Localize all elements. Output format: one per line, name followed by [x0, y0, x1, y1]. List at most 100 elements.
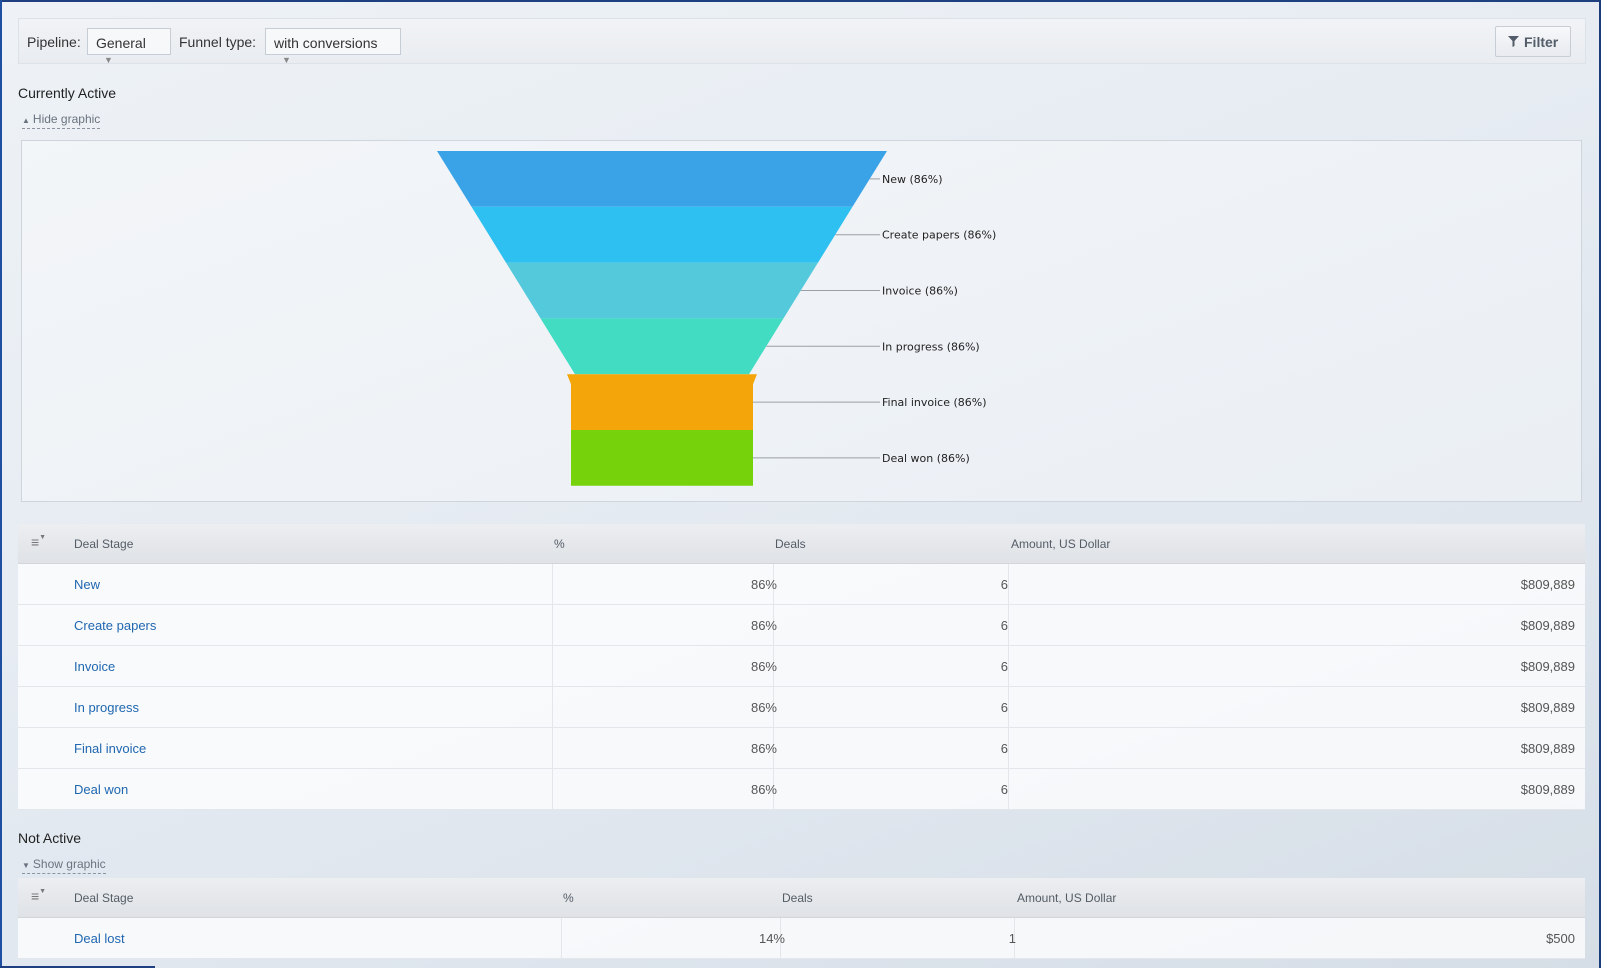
deal-stage-link[interactable]: Final invoice: [74, 741, 146, 756]
table-row: New 86% 6 $809,889: [18, 564, 1585, 605]
column-menu-icon[interactable]: ≡▼: [31, 534, 46, 550]
deals-count-cell: 6: [1000, 782, 1008, 797]
funnel-segment: [571, 430, 753, 486]
deal-stage-link[interactable]: Deal lost: [74, 931, 125, 946]
column-divider: [1008, 646, 1009, 686]
column-divider: [552, 605, 553, 645]
column-header-percent[interactable]: %: [563, 891, 574, 905]
percent-cell: 86%: [750, 577, 777, 592]
table-row: Invoice 86% 6 $809,889: [18, 646, 1585, 687]
amount-cell: $809,889: [1520, 741, 1575, 756]
column-divider: [552, 646, 553, 686]
amount-cell: $809,889: [1520, 577, 1575, 592]
funnel-segment-label: Final invoice (86%): [882, 396, 987, 409]
column-divider: [1008, 728, 1009, 768]
deals-count-cell: 6: [1000, 700, 1008, 715]
funnel-type-select-value: with conversions: [274, 35, 378, 51]
amount-cell: $809,889: [1520, 659, 1575, 674]
report-toolbar: Pipeline: General ▼ Funnel type: with con…: [18, 18, 1586, 65]
table-header: ≡▼ Deal Stage % Deals Amount, US Dollar: [18, 524, 1585, 564]
deals-count-cell: 6: [1000, 659, 1008, 674]
percent-cell: 14%: [758, 931, 785, 946]
deals-count-cell: 6: [1000, 741, 1008, 756]
table-body: Deal lost 14% 1 $500: [18, 918, 1585, 959]
funnel-filter-icon: [1508, 36, 1519, 50]
chevron-down-icon: ▼: [22, 861, 30, 870]
deals-count-cell: 6: [1000, 618, 1008, 633]
column-divider: [552, 687, 553, 727]
table-header: ≡▼ Deal Stage % Deals Amount, US Dollar: [18, 878, 1585, 918]
amount-cell: $809,889: [1520, 618, 1575, 633]
amount-cell: $809,889: [1520, 782, 1575, 797]
funnel-segment: [506, 262, 818, 319]
column-divider: [1008, 769, 1009, 809]
funnel-segment: [471, 206, 853, 263]
pipeline-select-value: General: [96, 35, 146, 51]
deal-stage-link[interactable]: Create papers: [74, 618, 156, 633]
deals-count-cell: 6: [1000, 577, 1008, 592]
deal-stage-link[interactable]: Invoice: [74, 659, 115, 674]
percent-cell: 86%: [750, 618, 777, 633]
hide-graphic-toggle[interactable]: ▲ Hide graphic: [22, 112, 101, 129]
percent-cell: 86%: [750, 741, 777, 756]
hide-graphic-label: Hide graphic: [32, 112, 101, 126]
column-divider: [1008, 605, 1009, 645]
chevron-down-icon: ▼: [104, 55, 113, 66]
table-row: Deal won 86% 6 $809,889: [18, 769, 1585, 810]
section-title-inactive: Not Active: [18, 830, 82, 846]
column-divider: [552, 564, 553, 604]
column-header-stage[interactable]: Deal Stage: [74, 891, 133, 905]
deal-stage-link[interactable]: Deal won: [74, 782, 128, 797]
table-row: Deal lost 14% 1 $500: [18, 918, 1585, 959]
deal-stage-link[interactable]: New: [74, 577, 100, 592]
funnel-chart: New (86%) Create papers (86%) Invoice (86%…: [21, 140, 1582, 502]
deal-stage-link[interactable]: In progress: [74, 700, 139, 715]
column-divider: [1008, 687, 1009, 727]
percent-cell: 86%: [750, 659, 777, 674]
funnel-type-select[interactable]: with conversions ▼: [265, 28, 401, 65]
table-row: In progress 86% 6 $809,889: [18, 687, 1585, 728]
column-menu-icon[interactable]: ≡▼: [31, 888, 46, 904]
chevron-up-icon: ▲: [22, 116, 30, 125]
show-graphic-label: Show graphic: [32, 857, 106, 871]
column-header-amount[interactable]: Amount, US Dollar: [1017, 891, 1116, 905]
column-divider: [552, 769, 553, 809]
filter-button-label: Filter: [1524, 34, 1559, 50]
funnel-segment-label: Create papers (86%): [882, 229, 996, 242]
amount-cell: $500: [1546, 931, 1575, 946]
window-frame-top: [0, 0, 1601, 2]
inactive-deals-table: ≡▼ Deal Stage % Deals Amount, US Dollar …: [18, 878, 1585, 959]
deals-count-cell: 1: [1008, 931, 1016, 946]
table-row: Final invoice 86% 6 $809,889: [18, 728, 1585, 769]
funnel-segment: [540, 318, 784, 375]
column-divider: [1008, 564, 1009, 604]
filter-button[interactable]: Filter: [1495, 26, 1571, 57]
funnel-segment-label: Deal won (86%): [882, 452, 970, 465]
funnel-segment-label: In progress (86%): [882, 340, 980, 353]
amount-cell: $809,889: [1520, 700, 1575, 715]
active-deals-table: ≡▼ Deal Stage % Deals Amount, US Dollar …: [18, 524, 1585, 810]
pipeline-select[interactable]: General ▼: [87, 28, 171, 65]
show-graphic-toggle[interactable]: ▼ Show graphic: [22, 857, 106, 874]
funnel-chart-svg: New (86%) Create papers (86%) Invoice (86%…: [437, 151, 996, 486]
column-header-amount[interactable]: Amount, US Dollar: [1011, 537, 1110, 551]
pipeline-label: Pipeline:: [27, 34, 81, 50]
funnel-segment: [567, 374, 757, 430]
column-header-percent[interactable]: %: [554, 537, 565, 551]
table-row: Create papers 86% 6 $809,889: [18, 605, 1585, 646]
funnel-segment: [437, 151, 887, 207]
funnel-segment-label: Invoice (86%): [882, 285, 958, 298]
percent-cell: 86%: [750, 700, 777, 715]
funnel-type-label: Funnel type:: [179, 34, 257, 50]
chevron-down-icon: ▼: [282, 55, 291, 66]
column-divider: [552, 728, 553, 768]
column-header-deals[interactable]: Deals: [782, 891, 813, 905]
window-frame-left: [0, 0, 2, 968]
percent-cell: 86%: [750, 782, 777, 797]
section-title-active: Currently Active: [18, 85, 117, 101]
funnel-segment-label: New (86%): [882, 173, 943, 186]
column-header-deals[interactable]: Deals: [775, 537, 806, 551]
column-divider: [561, 918, 562, 958]
column-header-stage[interactable]: Deal Stage: [74, 537, 133, 551]
table-body: New 86% 6 $809,889 Create papers 86% 6 $809,889…: [18, 564, 1585, 810]
